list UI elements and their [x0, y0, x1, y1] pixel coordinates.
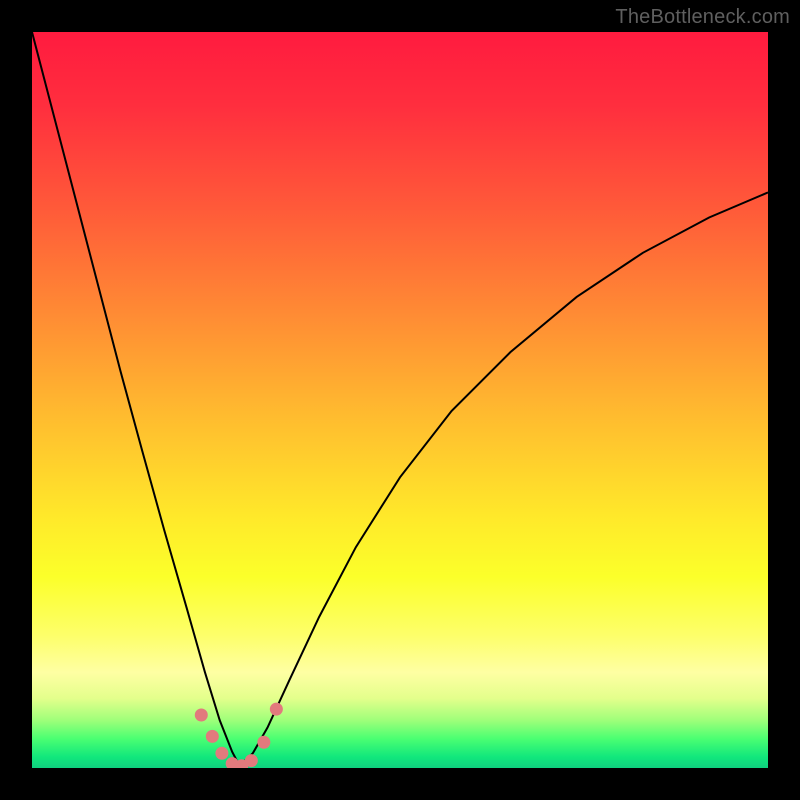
curve-right-branch: [240, 192, 768, 765]
marker-dot: [206, 730, 219, 743]
plot-area: [32, 32, 768, 768]
marker-dot: [215, 747, 228, 760]
marker-dot: [195, 709, 208, 722]
bottleneck-curve: [32, 32, 768, 768]
curve-left-branch: [32, 32, 240, 766]
marker-dot: [257, 736, 270, 749]
minimum-markers: [195, 703, 283, 768]
watermark-text: TheBottleneck.com: [615, 6, 790, 29]
marker-dot: [245, 754, 258, 767]
marker-dot: [270, 703, 283, 716]
